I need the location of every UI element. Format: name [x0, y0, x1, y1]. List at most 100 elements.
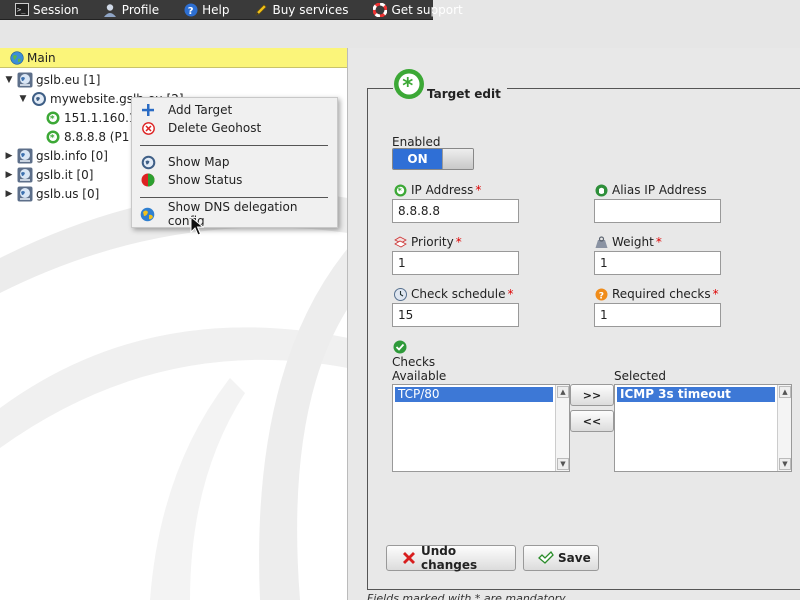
scrollbar[interactable]: ▲ ▼	[777, 385, 791, 471]
ctx-add-target[interactable]: Add Target	[132, 101, 337, 119]
scroll-down-icon[interactable]: ▼	[557, 458, 569, 470]
top-bar: >_ Session Profile ? Help Buy services G…	[0, 0, 800, 48]
tree-header[interactable]: Main	[0, 48, 347, 68]
clock-icon	[394, 287, 407, 301]
target-big-icon: *	[393, 68, 425, 103]
undo-label: Undo changes	[421, 544, 478, 572]
priority-label: Priority *	[394, 235, 462, 249]
tree-node-gslb-eu[interactable]: ▼ gslb.eu [1]	[0, 70, 347, 89]
ctx-show-status[interactable]: Show Status	[132, 171, 337, 189]
expanded-arrow-icon[interactable]: ▼	[17, 94, 29, 104]
selected-checks-list[interactable]: ICMP 3s timeout ▲ ▼	[614, 384, 792, 472]
menu-help[interactable]: ? Help	[169, 0, 239, 20]
priority-label-text: Priority	[411, 235, 454, 249]
menu-get-support[interactable]: Get support	[358, 0, 472, 20]
tree-node-label: 151.1.160.1	[64, 110, 137, 125]
ctx-show-dns-delegation[interactable]: Show DNS delegation config	[132, 200, 337, 228]
menu-session[interactable]: >_ Session	[0, 0, 89, 20]
collapsed-arrow-icon[interactable]: ▶	[3, 189, 15, 199]
weight-input[interactable]	[594, 251, 721, 275]
add-check-button[interactable]: >>	[570, 384, 614, 406]
alias-ip-label: Alias IP Address	[595, 183, 707, 197]
world-icon	[140, 206, 156, 222]
svg-text:*: *	[402, 74, 413, 98]
available-option[interactable]: TCP/80	[395, 387, 553, 402]
svg-text:>_: >_	[17, 6, 26, 14]
globe-icon	[10, 50, 24, 65]
enabled-toggle[interactable]: ON	[392, 148, 474, 170]
weight-label-text: Weight	[612, 235, 654, 249]
required-marker: *	[455, 235, 462, 249]
check-schedule-input[interactable]	[392, 303, 519, 327]
ctx-delete-geohost[interactable]: Delete Geohost	[132, 119, 337, 137]
user-icon	[103, 2, 118, 17]
domain-globe-icon	[17, 186, 33, 202]
priority-input[interactable]	[392, 251, 519, 275]
scroll-down-icon[interactable]: ▼	[779, 458, 791, 470]
red-x-icon	[401, 550, 417, 566]
question-icon: ?	[595, 288, 608, 301]
collapsed-arrow-icon[interactable]: ▶	[3, 151, 15, 161]
ctx-delete-geohost-label: Delete Geohost	[168, 121, 262, 135]
terminal-icon: >_	[14, 2, 29, 17]
svg-text:?: ?	[187, 6, 193, 17]
ip-address-label: * IP Address *	[394, 183, 481, 197]
menu-profile[interactable]: Profile	[89, 0, 169, 20]
save-label: Save	[558, 551, 591, 565]
tree-node-label: gslb.us [0]	[36, 186, 100, 201]
svg-text:*: *	[50, 114, 55, 124]
required-marker: *	[712, 287, 719, 301]
form-title: Target edit	[427, 87, 501, 101]
expanded-arrow-icon[interactable]: ▼	[3, 75, 15, 85]
tree-node-label: gslb.eu [1]	[36, 72, 101, 87]
weight-icon	[595, 235, 608, 249]
priority-icon	[394, 236, 407, 249]
mouse-cursor-icon	[190, 216, 204, 236]
pencil-icon	[253, 2, 268, 17]
collapsed-arrow-icon[interactable]: ▶	[3, 170, 15, 180]
available-label: Available	[392, 369, 447, 383]
help-icon: ?	[183, 2, 198, 17]
enabled-label: Enabled	[392, 135, 441, 149]
tree-node-label: gslb.it [0]	[36, 167, 94, 182]
weight-label: Weight *	[595, 235, 662, 249]
target-ok-icon: *	[45, 110, 61, 126]
toggle-on-text: ON	[393, 149, 442, 169]
alias-ip-input[interactable]	[594, 199, 721, 223]
scroll-up-icon[interactable]: ▲	[557, 386, 569, 398]
menu-separator	[140, 197, 328, 198]
scroll-up-icon[interactable]: ▲	[779, 386, 791, 398]
menu-session-label: Session	[33, 2, 79, 17]
required-checks-input[interactable]	[594, 303, 721, 327]
required-checks-label: ? Required checks *	[595, 287, 719, 301]
menu-buy-services[interactable]: Buy services	[239, 0, 358, 20]
menu-help-label: Help	[202, 2, 230, 17]
save-button[interactable]: Save	[523, 545, 599, 571]
required-label-text: Required checks	[612, 287, 711, 301]
required-marker: *	[507, 287, 514, 301]
check-schedule-label: Check schedule *	[394, 287, 514, 301]
main-menu-bar: >_ Session Profile ? Help Buy services G…	[0, 0, 463, 20]
context-menu: Add Target Delete Geohost Show Map Show …	[131, 97, 338, 228]
ip-address-input[interactable]	[392, 199, 519, 223]
enabled-label-text: Enabled	[392, 135, 441, 149]
edit-panel: * Target edit Enabled ON * IP Address* A…	[349, 48, 800, 600]
menu-get-support-label: Get support	[391, 2, 463, 17]
tree-header-label: Main	[27, 50, 56, 65]
selected-option[interactable]: ICMP 3s timeout	[617, 387, 775, 402]
ctx-add-target-label: Add Target	[168, 103, 233, 117]
target-ok-icon: *	[45, 129, 61, 145]
target-edit-legend: * Target edit	[393, 68, 507, 103]
menu-separator	[140, 145, 328, 146]
alias-icon	[595, 184, 608, 197]
menu-profile-label: Profile	[121, 2, 160, 17]
remove-check-button[interactable]: <<	[570, 410, 614, 432]
scrollbar[interactable]: ▲ ▼	[555, 385, 569, 471]
map-globe-icon	[140, 154, 156, 170]
delete-icon	[140, 120, 156, 136]
domain-globe-icon	[17, 167, 33, 183]
undo-changes-button[interactable]: Undo changes	[386, 544, 516, 572]
alias-label-text: Alias IP Address	[612, 183, 707, 197]
available-checks-list[interactable]: TCP/80 ▲ ▼	[392, 384, 570, 472]
ctx-show-map[interactable]: Show Map	[132, 153, 337, 171]
